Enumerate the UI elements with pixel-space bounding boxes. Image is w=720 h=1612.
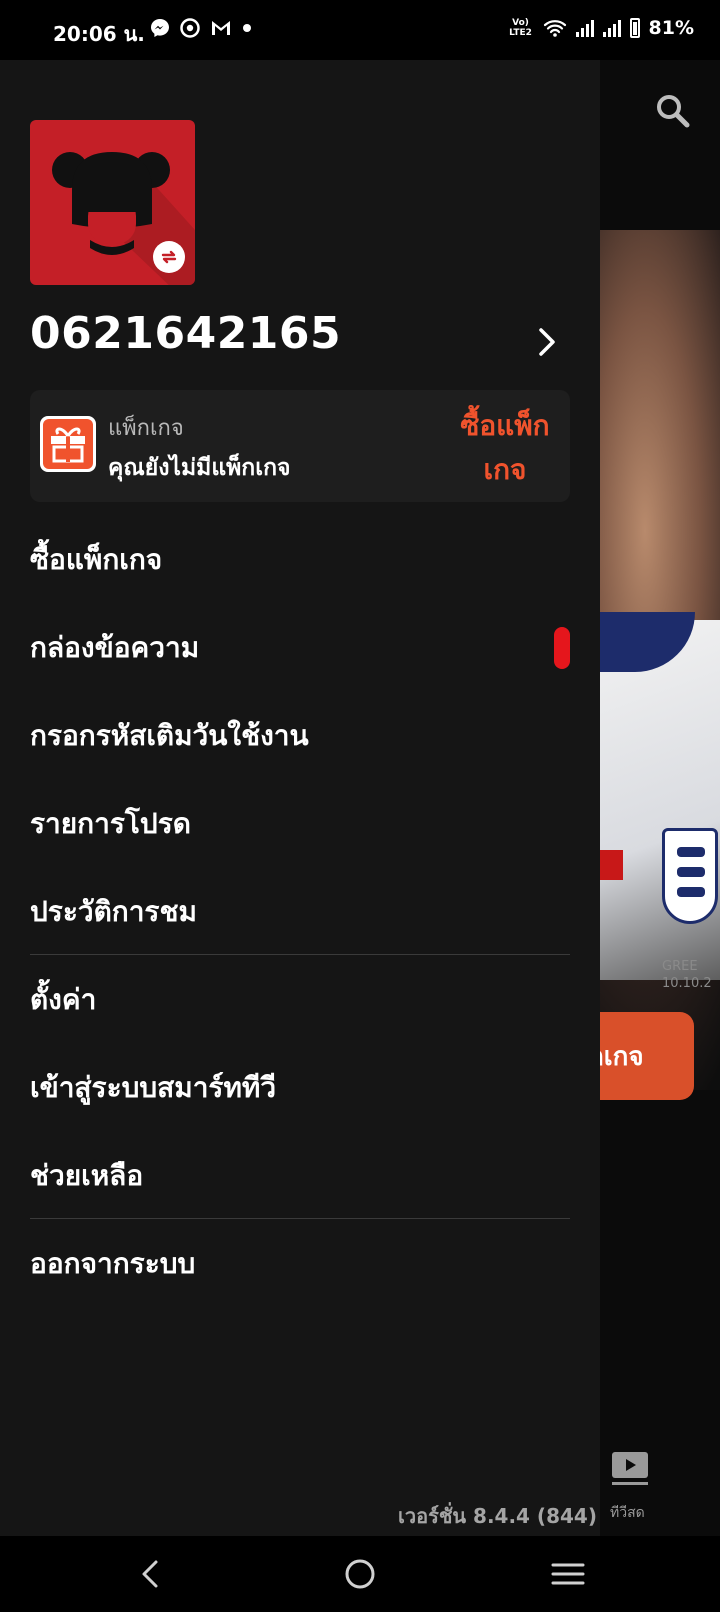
back-icon[interactable]	[132, 1554, 172, 1594]
battery-icon	[629, 18, 640, 38]
package-status: คุณยังไม่มีแพ็กเกจ	[108, 455, 291, 481]
menu-item-settings[interactable]: ตั้งค่า	[30, 970, 570, 1030]
menu-item-watch-history[interactable]: ประวัติการชม	[30, 882, 570, 942]
chevron-right-icon[interactable]	[536, 322, 560, 362]
dot-icon	[243, 24, 251, 32]
home-icon[interactable]	[340, 1554, 380, 1594]
menu-item-help[interactable]: ช่วยเหลือ	[30, 1146, 570, 1206]
system-navigation-bar	[0, 1536, 720, 1612]
menu-item-logout[interactable]: ออกจากระบบ	[30, 1234, 570, 1294]
player-shirt	[585, 620, 720, 980]
menu-item-inbox[interactable]: กล่องข้อความ	[30, 618, 570, 678]
status-bar: 20:06 น. Vo) LTE2 81%	[0, 0, 720, 60]
status-time: 20:06 น.	[53, 22, 145, 46]
recent-apps-icon[interactable]	[548, 1554, 588, 1594]
inbox-unread-badge	[554, 627, 570, 669]
package-title: แพ็กเกจ	[108, 416, 184, 441]
avatar[interactable]	[30, 120, 195, 285]
live-tv-icon[interactable]	[610, 1448, 650, 1488]
signal-icon-1	[575, 19, 594, 37]
england-crest-icon	[662, 828, 718, 924]
system-indicators: Vo) LTE2 81%	[508, 17, 694, 39]
account-phone-number[interactable]: 0621642165	[30, 308, 341, 359]
chrome-icon	[180, 18, 200, 38]
package-card: แพ็กเกจ คุณยังไม่มีแพ็กเกจ ซื้อแพ็ก เกจ	[30, 390, 570, 502]
app-version: เวอร์ชั่น 8.4.4 (844)	[398, 1504, 597, 1528]
menu-item-buy-package[interactable]: ซื้อแพ็กเกจ	[30, 530, 570, 590]
search-icon[interactable]	[656, 94, 690, 128]
battery-percent: 81%	[648, 17, 694, 39]
wifi-icon	[543, 20, 566, 37]
buy-package-link[interactable]: ซื้อแพ็ก เกจ	[435, 404, 575, 492]
notification-icons	[150, 18, 252, 38]
volte-indicator: Vo) LTE2	[509, 18, 532, 38]
hero-caption: GREE 10.10.2	[662, 959, 712, 991]
live-tv-tab-label[interactable]: ทีวีสด	[610, 1502, 645, 1524]
navigation-drawer: 0621642165 แพ็กเกจ คุณยังไม่มีแพ็กเกจ ซื…	[0, 60, 600, 1536]
menu-divider	[30, 1218, 570, 1219]
messenger-icon	[151, 19, 169, 37]
gmail-icon	[212, 21, 230, 35]
switch-profile-icon[interactable]	[153, 241, 185, 273]
menu-item-redeem-code[interactable]: กรอกรหัสเติมวันใช้งาน	[30, 706, 570, 766]
menu-item-smart-tv-login[interactable]: เข้าสู่ระบบสมาร์ททีวี	[30, 1058, 570, 1118]
menu-item-favorites[interactable]: รายการโปรด	[30, 794, 570, 854]
gift-icon	[40, 416, 96, 472]
signal-icon-2	[602, 19, 621, 37]
menu-divider	[30, 954, 570, 955]
